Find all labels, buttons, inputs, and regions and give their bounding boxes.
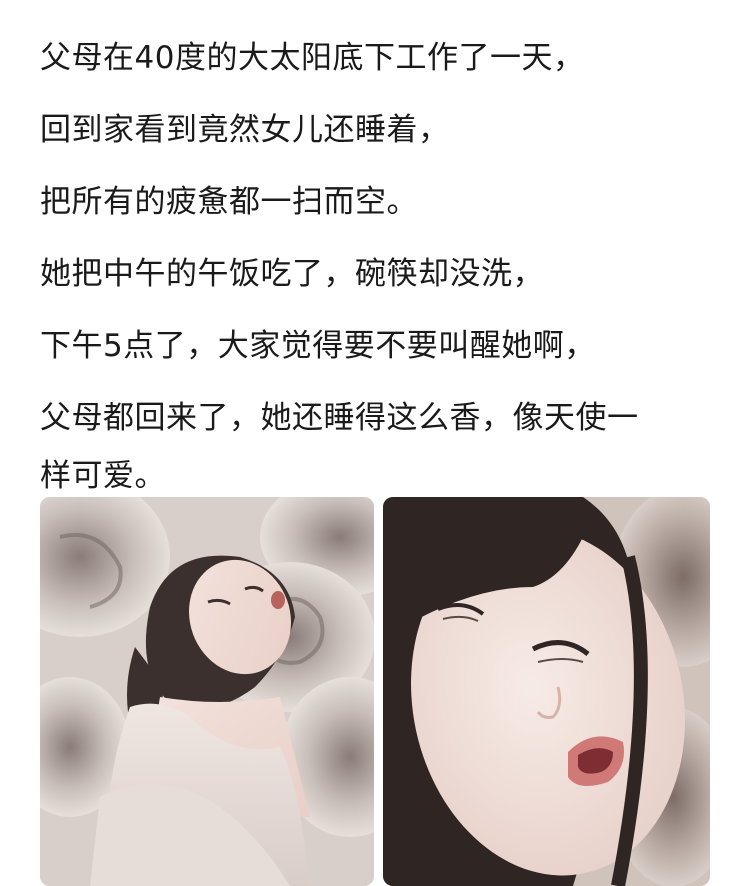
post-image-right[interactable] [383, 497, 710, 886]
post-text-line: 把所有的疲惫都一扫而空。 [40, 184, 418, 220]
post-image-left[interactable] [40, 497, 374, 886]
post-text-line: 父母在40度的大太阳底下工作了一天， [40, 40, 585, 76]
post-text-line: 她把中午的午饭吃了，碗筷却没洗， [40, 256, 544, 292]
sleeping-girl-photo [40, 497, 374, 886]
photo-grid [40, 497, 710, 886]
post-text-line: 回到家看到竟然女儿还睡着， [40, 112, 450, 148]
post-body-text: 父母在40度的大太阳底下工作了一天， 回到家看到竟然女儿还睡着， 把所有的疲惫都… [40, 22, 720, 512]
sleeping-girl-closeup-photo [383, 497, 710, 886]
post-text-line: 下午5点了，大家觉得要不要叫醒她啊， [40, 328, 596, 364]
